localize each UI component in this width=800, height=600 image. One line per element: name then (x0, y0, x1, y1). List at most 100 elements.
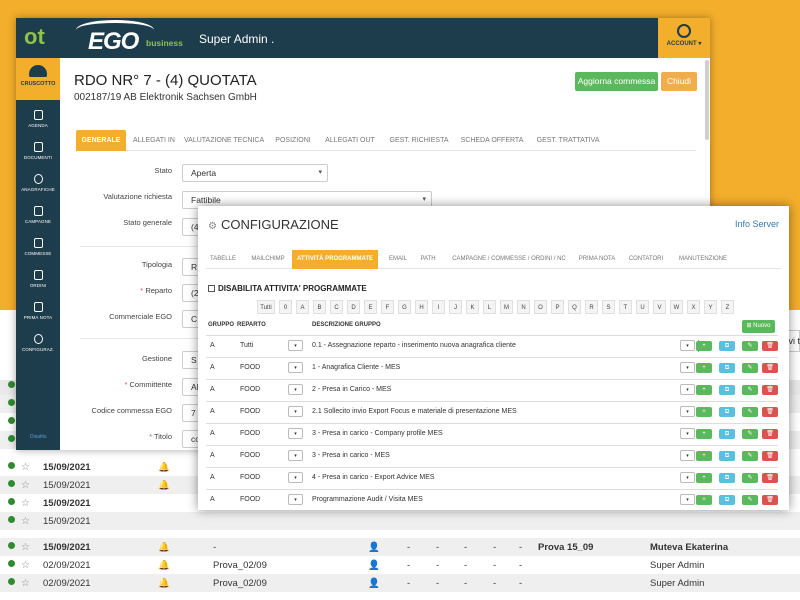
close-button[interactable]: Chiudi (661, 72, 697, 91)
account-menu-button[interactable]: ACCOUNT ▾ (658, 18, 710, 58)
copy-icon-button[interactable]: ⧉ (719, 341, 735, 351)
row-actions-dropdown[interactable]: ▾ (680, 472, 695, 483)
star-icon[interactable]: ☆ (21, 516, 30, 527)
copy-icon-button[interactable]: ⧉ (719, 385, 735, 395)
alphabet-filter-letter[interactable]: K (466, 300, 479, 314)
delete-icon-button[interactable]: 🗑 (762, 407, 778, 417)
tab-attivita-programmate[interactable]: ATTIVITÀ PROGRAMMATE (292, 250, 378, 269)
delete-icon-button[interactable]: 🗑 (762, 473, 778, 483)
alphabet-filter-letter[interactable]: E (364, 300, 377, 314)
tab-valutazione-tecnica[interactable]: VALUTAZIONE TECNICA (184, 130, 264, 151)
tab-prima-nota[interactable]: PRIMA NOTA (576, 250, 618, 269)
alphabet-filter-letter[interactable]: A (296, 300, 309, 314)
edit-icon-button[interactable]: ✎ (742, 495, 758, 505)
reparto-dropdown[interactable]: ▾ (288, 450, 303, 461)
delete-icon-button[interactable]: 🗑 (762, 429, 778, 439)
star-icon[interactable]: ☆ (21, 578, 30, 589)
tab-manutenzione[interactable]: MANUTENZIONE (676, 250, 730, 269)
alphabet-filter-letter[interactable]: N (517, 300, 530, 314)
table-row[interactable]: A FOOD ▾ 2.1 Sollecito invio Export Focu… (206, 401, 778, 423)
add-icon-button[interactable]: + (696, 451, 712, 461)
star-icon[interactable]: ☆ (21, 560, 30, 571)
row-actions-dropdown[interactable]: ▾ (680, 494, 695, 505)
star-icon[interactable]: ☆ (21, 498, 30, 509)
reparto-dropdown[interactable]: ▾ (288, 406, 303, 417)
update-commessa-button[interactable]: Aggiorna commessa (575, 72, 658, 91)
copy-icon-button[interactable]: ⧉ (719, 363, 735, 373)
tab-generale[interactable]: GENERALE (76, 130, 126, 151)
reparto-dropdown[interactable]: ▾ (288, 384, 303, 395)
alphabet-filter-letter[interactable]: F (381, 300, 394, 314)
scrollbar[interactable] (705, 60, 709, 140)
tab-contatori[interactable]: CONTATORI (626, 250, 666, 269)
add-icon-button[interactable]: + (696, 385, 712, 395)
alphabet-filter-letter[interactable]: C (330, 300, 343, 314)
tab-scheda-offerta[interactable]: SCHEDA OFFERTA (460, 130, 524, 151)
reparto-dropdown[interactable]: ▾ (288, 340, 303, 351)
copy-icon-button[interactable]: ⧉ (719, 473, 735, 483)
edit-icon-button[interactable]: ✎ (742, 385, 758, 395)
add-icon-button[interactable]: + (696, 363, 712, 373)
table-row[interactable]: A Tutti ▾ 0.1 - Assegnazione reparto - i… (206, 335, 778, 357)
alphabet-filter-letter[interactable]: Z (721, 300, 734, 314)
edit-icon-button[interactable]: ✎ (742, 473, 758, 483)
alphabet-filter-letter[interactable]: Y (704, 300, 717, 314)
add-icon-button[interactable]: + (696, 473, 712, 483)
stato-select[interactable]: Aperta ▾ (182, 164, 328, 182)
ot-logo[interactable]: ot (24, 24, 45, 50)
table-row[interactable]: ☆ 02/09/2021 🔔 Prova_02/09 👤 - - - - - S… (0, 574, 800, 592)
alphabet-filter-letter[interactable]: O (534, 300, 547, 314)
edit-icon-button[interactable]: ✎ (742, 341, 758, 351)
info-server-link[interactable]: Info Server (735, 219, 779, 229)
star-icon[interactable]: ☆ (21, 480, 30, 491)
tab-campagne-commesse-ordini[interactable]: CAMPAGNE / COMMESSE / ORDINI / NC (446, 250, 572, 269)
alphabet-filter-letter[interactable]: S (602, 300, 615, 314)
delete-icon-button[interactable]: 🗑 (762, 385, 778, 395)
tab-email[interactable]: EMAIL (386, 250, 410, 269)
alphabet-filter-letter[interactable]: G (398, 300, 411, 314)
tab-posizioni[interactable]: POSIZIONI (272, 130, 314, 151)
add-icon-button[interactable]: + (696, 495, 712, 505)
copy-icon-button[interactable]: ⧉ (719, 407, 735, 417)
alphabet-filter-letter[interactable]: W (670, 300, 683, 314)
edit-icon-button[interactable]: ✎ (742, 451, 758, 461)
alphabet-filter-letter[interactable]: T (619, 300, 632, 314)
alphabet-filter-letter[interactable]: M (500, 300, 513, 314)
table-row[interactable]: A FOOD ▾ 4 - Presa in carico - Export Ad… (206, 467, 778, 489)
delete-icon-button[interactable]: 🗑 (762, 495, 778, 505)
table-row[interactable]: A FOOD ▾ 1 - Anagrafica Cliente - MES ▾ … (206, 357, 778, 379)
star-icon[interactable]: ☆ (21, 542, 30, 553)
alphabet-filter-letter[interactable]: B (313, 300, 326, 314)
alphabet-filter-letter[interactable]: D (347, 300, 360, 314)
add-icon-button[interactable]: + (696, 341, 712, 351)
edit-icon-button[interactable]: ✎ (742, 407, 758, 417)
sidebar-item-agenda[interactable]: AGENDA (16, 104, 60, 136)
alphabet-filter-all[interactable]: Tutti (257, 300, 275, 314)
table-row[interactable]: A FOOD ▾ Programmazione Audit / Visita M… (206, 489, 778, 510)
row-actions-dropdown[interactable]: ▾ (680, 406, 695, 417)
disable-all-checkbox[interactable] (208, 285, 215, 292)
ego-logo[interactable]: EGO business (76, 20, 183, 55)
copy-icon-button[interactable]: ⧉ (719, 451, 735, 461)
tab-allegati-in[interactable]: ALLEGATI IN (130, 130, 178, 151)
table-row[interactable]: A FOOD ▾ 3 - Presa in carico - MES ▾ + ⧉… (206, 445, 778, 467)
tab-path[interactable]: PATH (418, 250, 438, 269)
alphabet-filter-letter[interactable]: L (483, 300, 496, 314)
row-actions-dropdown[interactable]: ▾ (680, 362, 695, 373)
edit-icon-button[interactable]: ✎ (742, 363, 758, 373)
alphabet-filter-letter[interactable]: J (449, 300, 462, 314)
row-actions-dropdown[interactable]: ▾ (680, 428, 695, 439)
reparto-dropdown[interactable]: ▾ (288, 472, 303, 483)
delete-icon-button[interactable]: 🗑 (762, 341, 778, 351)
delete-icon-button[interactable]: 🗑 (762, 363, 778, 373)
alphabet-filter-letter[interactable]: H (415, 300, 428, 314)
table-row[interactable]: ☆ 15/09/2021 🔔 - 👤 - - - - - Prova 15_09… (0, 538, 800, 556)
table-row[interactable]: ☆ 15/09/2021 (0, 512, 800, 530)
sidebar-item-documenti[interactable]: DOCUMENTI (16, 136, 60, 168)
add-icon-button[interactable]: + (696, 429, 712, 439)
reparto-dropdown[interactable]: ▾ (288, 428, 303, 439)
new-activity-button[interactable]: ⊞ Nuovo (742, 320, 775, 333)
edit-icon-button[interactable]: ✎ (742, 429, 758, 439)
tab-gest-trattativa[interactable]: GEST. TRATTATIVA (532, 130, 604, 151)
row-actions-dropdown[interactable]: ▾ (680, 340, 695, 351)
